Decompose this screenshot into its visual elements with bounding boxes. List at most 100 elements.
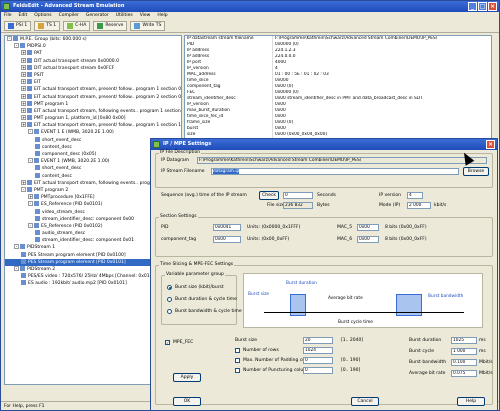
pid-field[interactable]: 0x0041 [213,224,241,231]
menu-options[interactable]: Options [34,12,51,20]
tree-expander-icon[interactable]: - [21,186,26,192]
tree-node[interactable]: - M.P.E. Group (bits: 600.000 s) [5,36,181,43]
tree-expander-icon[interactable]: - [28,222,33,228]
num-punct-checkbox[interactable] [235,368,240,373]
tree-node[interactable]: + PMT program 1 [5,100,181,108]
tree-expander-icon[interactable]: + [21,71,26,77]
num-rows-checkbox[interactable] [235,348,240,353]
max-padding-checkbox[interactable] [235,358,240,363]
burst-cycle-field[interactable]: 1 000 [451,348,477,355]
toolbar-reserve-button[interactable]: Reserve [93,21,128,31]
menu-file[interactable]: File [4,12,12,20]
tree-expander-icon[interactable]: - [28,129,33,135]
help-button[interactable]: Help [457,397,485,406]
mpe-fec-checkbox[interactable]: ✓ [165,340,170,345]
tree-node-label: video_stream_desc [42,209,86,215]
tree-expander-icon[interactable]: + [21,64,26,70]
menu-help[interactable]: Help [157,12,167,20]
tree-node[interactable]: + EIT actual transport stream, present/ f… [5,122,181,129]
tree-expander-icon[interactable]: + [21,50,26,56]
mac5-field[interactable]: 0x00 [357,224,379,231]
sequence-field[interactable]: 0 [283,192,313,199]
tree-expander-icon[interactable]: - [14,244,19,250]
toolbar-cha-button[interactable]: C-HA [63,21,91,31]
tree-node[interactable]: + EIT [5,79,181,86]
tree-node[interactable]: + PMT program 1, platform_id [0x80 0x00] [5,115,181,122]
toolbar-write-ts-button[interactable]: Write TS [130,21,166,31]
minimize-button[interactable]: _ [468,2,477,11]
burst-bandwidth-field[interactable]: 0.100 [451,359,477,366]
tree-node[interactable]: + EIT actual transport stream, present/ f… [5,86,181,93]
tree-expander-icon[interactable]: + [21,79,26,85]
maximize-button[interactable]: □ [478,2,487,11]
num-rows-field[interactable]: 1024 [303,347,333,354]
tree-node[interactable]: + PAT [5,50,181,57]
menu-view[interactable]: View [140,12,151,20]
dialog-title-bar[interactable]: IP / MPE Settings × [151,139,497,150]
tree-node-label: PIDPSI.0 [27,44,46,50]
tree-node-icon [35,215,40,221]
properties-grid[interactable]: IP datastream stream filename F:\Programm… [184,35,492,145]
tree-expander-icon[interactable]: + [21,100,26,106]
tree-expander-icon[interactable]: + [21,86,26,92]
write-icon [134,23,141,29]
average-bitrate-field[interactable]: 0.075 [451,370,477,377]
tree-node[interactable]: + DIT actual transport stream 0x0FCF [5,64,181,72]
tree-node-label: EIT actual transport stream, present/ fo… [34,94,182,100]
ip-stream-field[interactable]: datagram.ip [211,168,459,175]
tree-node-icon [34,201,39,207]
mode-field[interactable]: 2 000 [407,202,431,209]
tree-node-label: EIT actual transport stream, present/ fo… [34,123,182,129]
ok-button[interactable]: OK [173,397,201,406]
tree-node-label: short_event_desc [42,137,82,143]
burst-size-field[interactable]: 20 [303,337,333,344]
time-slicing-label: Time Slicing & MPE-FEC Settings [159,262,235,267]
tree-expander-icon[interactable]: - [14,43,19,49]
tree-node[interactable]: + DIT actual transport stream 0x0000.0 [5,57,181,65]
seconds-label: Seconds [317,193,336,198]
tree-expander-icon[interactable]: - [7,36,12,41]
radio-burst-bandwidth[interactable] [167,309,172,314]
tree-expander-icon[interactable]: - [28,201,33,207]
tree-expander-icon[interactable]: + [21,57,26,63]
cancel-button[interactable]: Cancel [351,397,379,406]
tree-expander-icon[interactable]: + [21,107,26,113]
browse-button[interactable]: Browse [463,167,489,176]
tree-expander-icon[interactable]: + [28,194,33,200]
menu-edit[interactable]: Edit [19,12,28,20]
dialog-close-button[interactable]: × [486,140,495,149]
num-punct-field[interactable]: 0 [303,367,333,374]
tree-node[interactable]: + EIT actual transport stream, following … [5,107,181,115]
menu-compiler[interactable]: Compiler [59,12,79,20]
toolbar-psi-button[interactable]: PSI 1 [4,21,32,31]
toolbar-ts-button[interactable]: TS 1 [34,21,61,31]
radio-burst-size[interactable] [167,285,172,290]
tree-node-icon [34,158,39,164]
max-padding-field[interactable]: 0 [303,357,333,364]
tree-expander-icon[interactable]: - [14,266,19,271]
tree-expander-icon[interactable]: - [28,158,33,164]
apply-button[interactable]: Apply [173,373,201,382]
radio-burst-duration[interactable] [167,297,172,302]
tree-expander-icon[interactable]: + [21,115,26,121]
tree-expander-icon[interactable]: + [21,93,26,99]
tree-node-label: ES_Reference (PID 0x0102) [41,223,103,229]
diagram-burst-duration: Burst duration [286,281,317,286]
burst-duration-field[interactable]: 1025 [451,337,477,344]
ip-version-field[interactable]: 4 [407,192,423,199]
menu-generator[interactable]: Generator [86,12,109,20]
tree-node-icon [34,194,39,200]
tree-node[interactable]: - EVENT 1 E (WMB, 3020.2E 1.00) [5,129,181,136]
tree-node[interactable]: - PIDPSI.0 [5,43,181,50]
close-button[interactable]: × [488,2,497,11]
tree-expander-icon[interactable]: + [21,122,26,128]
tree-node[interactable]: + PSIT [5,71,181,79]
main-title-bar[interactable]: FeldsEdit - Advanced Stream Emulation _ … [1,1,499,12]
tree-node[interactable]: + EIT actual transport stream, present/ f… [5,93,182,101]
tree-node-label: PMTprocedure [0x1FFE] [41,195,95,201]
menu-utilities[interactable]: Utilities [116,12,133,20]
tree-expander-icon[interactable]: + [21,179,26,185]
mac6-field[interactable]: 0x00 [357,236,379,243]
component-tag-field[interactable]: 0x00 [213,236,241,243]
check-button[interactable]: Check [259,191,279,200]
